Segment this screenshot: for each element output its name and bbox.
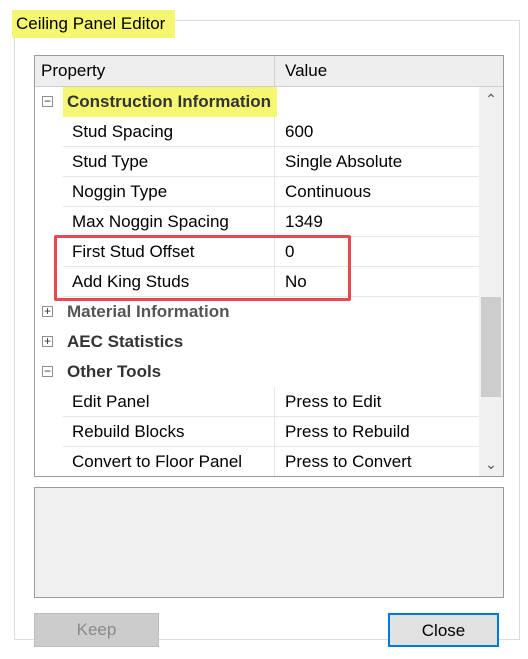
vertical-scrollbar[interactable]: ⌃ ⌄ bbox=[479, 87, 503, 476]
close-button[interactable]: Close bbox=[388, 613, 499, 647]
property-name: Stud Spacing bbox=[63, 117, 275, 147]
category-label: AEC Statistics bbox=[67, 332, 184, 351]
property-name: Add King Studs bbox=[63, 267, 275, 297]
expand-icon[interactable]: + bbox=[42, 305, 53, 317]
property-name: Noggin Type bbox=[63, 177, 275, 207]
grid-rows: − Construction Information Stud Spacing … bbox=[35, 87, 479, 476]
category-label: Construction Information bbox=[63, 87, 277, 117]
category-material-information[interactable]: + Material Information bbox=[35, 297, 479, 327]
keep-button[interactable]: Keep bbox=[34, 613, 159, 647]
category-other-tools[interactable]: − Other Tools bbox=[35, 357, 479, 387]
expand-icon[interactable]: + bbox=[42, 335, 53, 347]
property-name: Max Noggin Spacing bbox=[63, 207, 275, 237]
collapse-icon[interactable]: − bbox=[42, 95, 53, 107]
property-value[interactable]: 1349 bbox=[275, 207, 479, 237]
property-value[interactable]: Single Absolute bbox=[275, 147, 479, 177]
property-value[interactable]: Press to Convert bbox=[275, 447, 479, 476]
property-value[interactable]: 0 bbox=[275, 237, 479, 267]
property-value[interactable]: Press to Edit bbox=[275, 387, 479, 417]
scroll-up-icon[interactable]: ⌃ bbox=[479, 87, 503, 111]
property-value[interactable]: 600 bbox=[275, 117, 479, 147]
column-header-property[interactable]: Property bbox=[35, 56, 275, 86]
description-panel bbox=[34, 487, 504, 598]
property-value[interactable]: Press to Rebuild bbox=[275, 417, 479, 447]
category-aec-statistics[interactable]: + AEC Statistics bbox=[35, 327, 479, 357]
grid-header: Property Value bbox=[35, 56, 503, 87]
property-name: Convert to Floor Panel bbox=[63, 447, 275, 476]
scroll-down-icon[interactable]: ⌄ bbox=[479, 452, 503, 476]
grid-row[interactable]: Stud Type Single Absolute bbox=[35, 147, 479, 177]
category-label: Material Information bbox=[67, 302, 230, 321]
property-name: First Stud Offset bbox=[63, 237, 275, 267]
collapse-icon[interactable]: − bbox=[42, 365, 53, 377]
grid-row[interactable]: Stud Spacing 600 bbox=[35, 117, 479, 147]
grid-row[interactable]: Noggin Type Continuous bbox=[35, 177, 479, 207]
property-name: Rebuild Blocks bbox=[63, 417, 275, 447]
property-name: Edit Panel bbox=[63, 387, 275, 417]
scroll-thumb[interactable] bbox=[481, 297, 501, 397]
property-value[interactable]: Continuous bbox=[275, 177, 479, 207]
category-construction-information[interactable]: − Construction Information bbox=[35, 87, 479, 117]
grid-row[interactable]: Edit Panel Press to Edit bbox=[35, 387, 479, 417]
category-label: Other Tools bbox=[67, 362, 162, 381]
grid-row[interactable]: Max Noggin Spacing 1349 bbox=[35, 207, 479, 237]
grid-row[interactable]: Rebuild Blocks Press to Rebuild bbox=[35, 417, 479, 447]
grid-row[interactable]: Add King Studs No bbox=[35, 267, 479, 297]
property-name: Stud Type bbox=[63, 147, 275, 177]
grid-row[interactable]: First Stud Offset 0 bbox=[35, 237, 479, 267]
window-title: Ceiling Panel Editor bbox=[12, 10, 176, 38]
property-value[interactable]: No bbox=[275, 267, 479, 297]
grid-row[interactable]: Convert to Floor Panel Press to Convert bbox=[35, 447, 479, 476]
column-header-value[interactable]: Value bbox=[275, 56, 503, 86]
property-grid: Property Value − Construction Informatio… bbox=[34, 55, 504, 477]
